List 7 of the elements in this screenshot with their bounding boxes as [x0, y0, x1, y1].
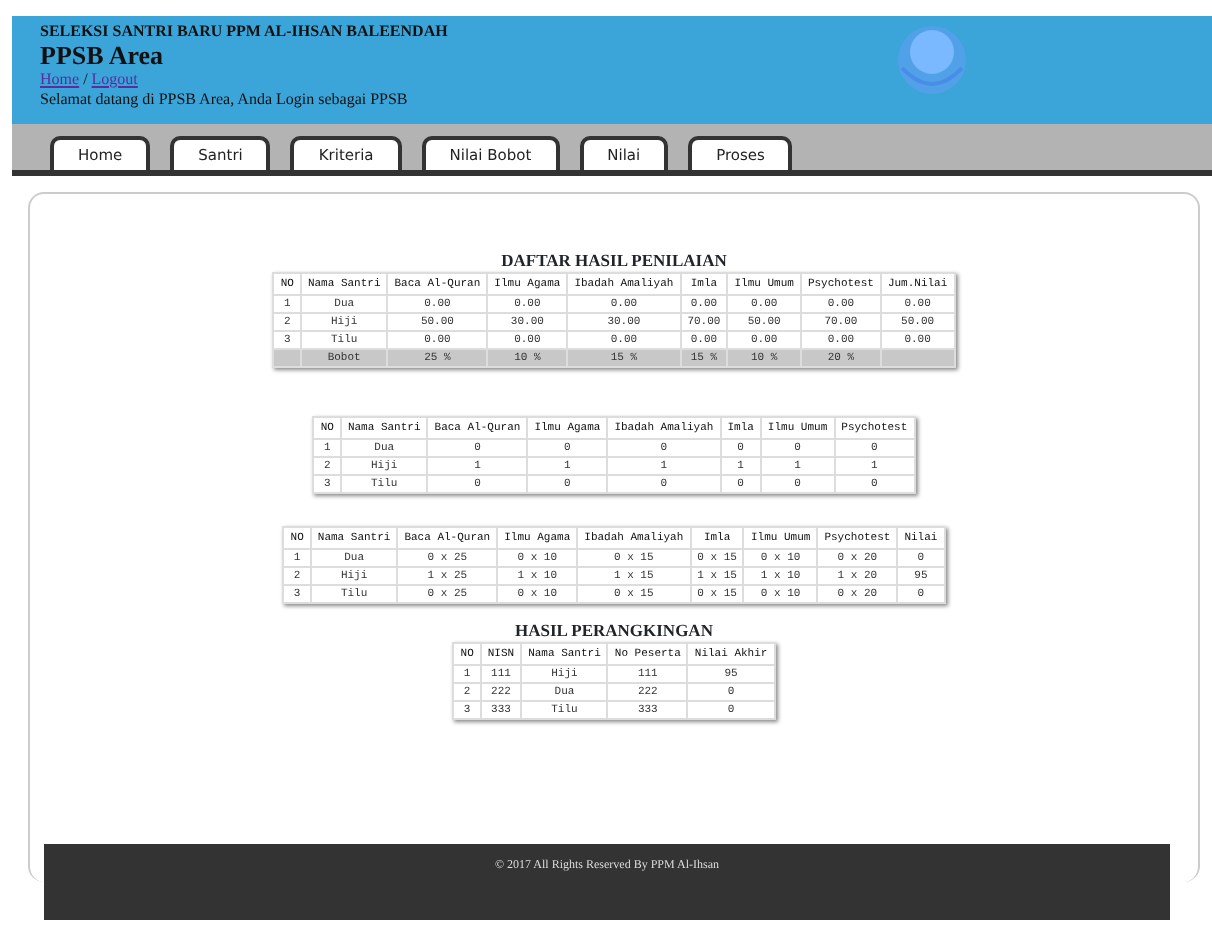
- table-title: DAFTAR HASIL PENILAIAN: [499, 250, 729, 270]
- table-title: HASIL PERANGKINGAN: [513, 620, 715, 640]
- site-title: PPSB Area: [40, 42, 166, 70]
- welcome-text: Selamat datang di PPSB Area, Anda Login sebagai PPSB: [40, 90, 410, 110]
- link-separator: /: [81, 70, 90, 88]
- globe-logo-icon: [892, 20, 972, 100]
- site-subtitle: SELEKSI SANTRI BARU PPM AL-IHSAN BALEENDAH: [40, 22, 450, 42]
